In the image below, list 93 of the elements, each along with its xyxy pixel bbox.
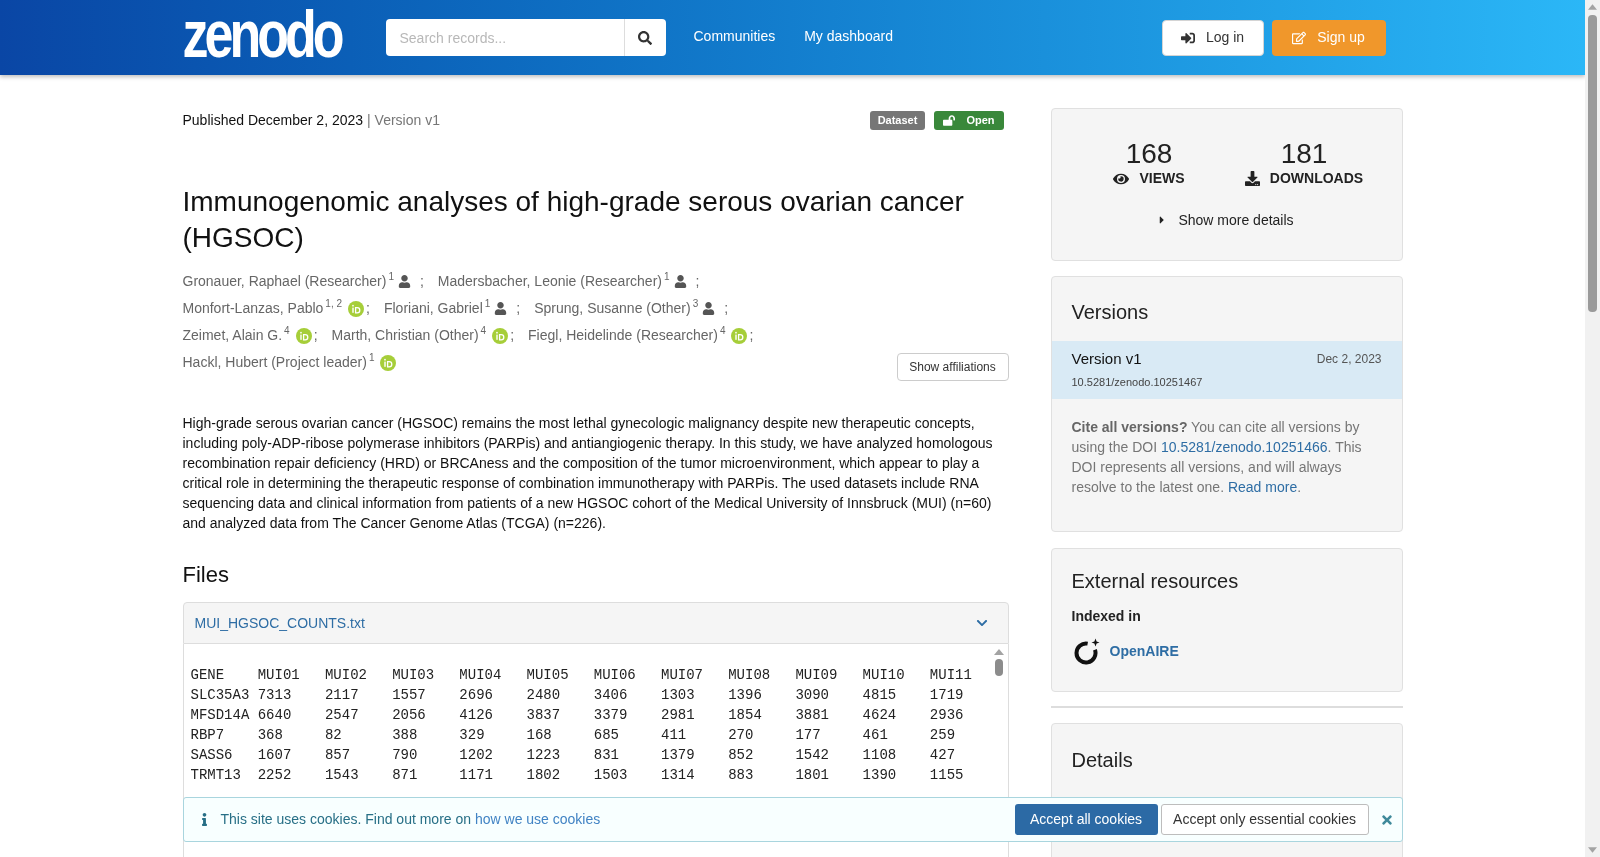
id-icon[interactable] <box>295 327 312 344</box>
semicolon: ; <box>516 299 521 318</box>
creator-name[interactable]: Monfort-Lanzas, Pablo <box>182 298 324 319</box>
show-affiliations-button[interactable]: Show affiliations <box>896 353 1009 381</box>
creator-name[interactable]: Madersbacher, Leonie (Researcher) <box>437 271 662 292</box>
creator-name[interactable]: Zeimet, Alain G. <box>182 325 283 346</box>
preview-line: RBP7 368 82 388 329 168 685 411 270 177 461 259 <box>190 726 956 745</box>
stat-value: 168 <box>1125 138 1173 170</box>
publication-date: Published December 2, 2023 <box>182 110 364 130</box>
card-heading: Details <box>1071 748 1133 772</box>
preview-line: SASS6 1607 857 790 1202 1223 831 1379 852 1542 1108 427 <box>190 746 956 765</box>
card-heading: External resources <box>1071 569 1239 593</box>
info-icon <box>201 813 207 826</box>
preview-line: TRMT13 2252 1543 871 1171 1802 1503 1314 883 1801 1390 1155 <box>190 766 964 785</box>
semicolon: ; <box>724 299 729 318</box>
version-item[interactable]: Version v1 Dec 2, 2023 10.5281/zenodo.10251467 <box>1051 341 1402 399</box>
preview-line: GENE MUI01 MUI02 MUI03 MUI04 MUI05 MUI06 MUI07 MUI08 MUI09 MUI10 MUI11 <box>190 666 972 685</box>
creator-name[interactable]: Sprung, Susanne (Other) <box>534 298 691 319</box>
version-date: Dec 2, 2023 <box>1316 351 1382 368</box>
close-icon[interactable] <box>1380 812 1393 827</box>
stat-value: 181 <box>1280 138 1328 170</box>
accept-essential-button[interactable]: Accept only essential cookies <box>1160 804 1369 835</box>
creator-name[interactable]: Floriani, Gabriel <box>383 298 483 319</box>
affiliation-number[interactable]: 4 <box>719 325 726 336</box>
version-label: | Version v1 <box>367 110 440 130</box>
semicolon: ; <box>419 272 424 291</box>
record-title: Immunogenomic analyses of high-grade serous ovarian cancer (HGSOC) <box>182 185 965 255</box>
affiliation-number[interactable]: 4 <box>480 325 487 336</box>
version-doi: 10.5281/zenodo.10251467 <box>1071 375 1203 389</box>
creator-name[interactable]: Hackl, Hubert (Project leader) <box>182 352 367 373</box>
cite-link[interactable]: Read more <box>1227 479 1298 495</box>
accept-all-button[interactable]: Accept all cookies <box>1014 804 1158 835</box>
preview-line: MFSD14A 6640 2547 2056 4126 3837 3379 2981 1854 3881 4624 2936 <box>190 706 964 725</box>
affiliation-number[interactable]: 1 <box>388 271 394 282</box>
abstract-text: High-grade serous ovarian cancer (HGSOC) remains the most lethal gynecologic malignancy despite new therapeutic concepts, including poly-ADP-ribose polymerase inhibitors (PARPis) and antiangiogenic therapy. In this study, we have analyzed homologous recombination repair deficiency (HRD) or BRCAness and the composition of the tumor microenvironment, which appear to play a critical role in determining the therapeutic response of combination immunotherapy with PARPis. The used datasets include RNA sequencing data and clinical information from patients of a new HGSOC cohort of the Medical University of Innsbruck (MUI) (n=60) and analyzed data from The Cancer Genome Atlas (TCGA) (n=226). <box>182 414 994 533</box>
ring-icon <box>1073 637 1100 665</box>
affiliation-number[interactable]: 1, 2 <box>325 298 343 309</box>
affiliation-number[interactable]: 3 <box>692 298 699 309</box>
sign-in-icon <box>1180 30 1195 45</box>
unlock-icon <box>943 114 956 126</box>
card-heading: Versions <box>1071 300 1149 324</box>
person-icon <box>397 275 411 288</box>
scrollbar[interactable] <box>1585 0 1600 857</box>
affiliation-number[interactable]: 1 <box>663 271 670 282</box>
affiliation-number[interactable]: 1 <box>368 352 375 363</box>
resource-type-tag: Dataset <box>869 110 926 130</box>
site-logo[interactable]: zenodo <box>182 7 341 60</box>
id-icon[interactable] <box>348 300 365 317</box>
login-button[interactable]: Log in <box>1161 19 1264 56</box>
semicolon: ; <box>749 326 754 345</box>
cite-text: Cite all versions? You can cite all versions by using the DOI 10.5281/zenodo.10251466. This DOI represents all versions, and will always resolve to the latest one. Read more. <box>1071 418 1363 497</box>
scrollbar-thumb[interactable] <box>994 659 1003 676</box>
id-icon[interactable] <box>492 327 509 344</box>
nav-link[interactable]: Communities <box>693 26 776 47</box>
cookie-message: This site uses cookies. Find out more on how we use cookies <box>220 810 601 829</box>
id-icon[interactable] <box>731 327 748 344</box>
scroll-down-arrow-icon[interactable] <box>1588 847 1597 853</box>
scroll-up-arrow-icon[interactable] <box>1588 4 1597 10</box>
scroll-up-arrow-icon[interactable] <box>993 649 1004 655</box>
stat-label: VIEWS <box>1139 170 1185 187</box>
person-icon <box>702 302 716 315</box>
resource-link[interactable]: OpenAIRE <box>1109 640 1179 662</box>
edit-icon <box>1292 30 1307 45</box>
chevron-down-icon[interactable] <box>975 617 988 629</box>
file-name-link[interactable]: MUI_HGSOC_COUNTS.txt <box>194 612 365 634</box>
affiliation-number[interactable]: 4 <box>284 325 290 336</box>
person-icon <box>673 275 687 288</box>
show-more-details-button[interactable]: Show more details <box>1159 210 1294 230</box>
version-title[interactable]: Version v1 <box>1071 350 1142 368</box>
semicolon: ; <box>366 299 370 318</box>
affiliation-number[interactable]: 1 <box>484 298 491 309</box>
nav-link[interactable]: My dashboard <box>804 26 893 47</box>
cookie-policy-link[interactable]: how we use cookies <box>474 811 601 827</box>
search-field[interactable]: Search records... <box>385 19 625 56</box>
semicolon: ; <box>313 326 318 345</box>
creator-name[interactable]: Marth, Christian (Other) <box>331 325 479 346</box>
creator-name[interactable]: Gronauer, Raphael (Researcher) <box>182 271 387 292</box>
search-icon <box>638 30 652 45</box>
preview-line: SLC35A3 7313 2117 1557 2696 2480 3406 1303 1396 3090 4815 1719 <box>190 686 964 705</box>
stat-label: DOWNLOADS <box>1269 170 1364 187</box>
cite-link[interactable]: 10.5281/zenodo.10251466 <box>1161 439 1328 455</box>
download-icon <box>1244 171 1260 186</box>
scrollbar-thumb[interactable] <box>1588 15 1597 312</box>
person-icon <box>494 302 508 315</box>
access-tag: Open <box>934 110 1004 130</box>
files-heading: Files <box>182 562 229 588</box>
semicolon: ; <box>510 326 515 345</box>
id-icon[interactable] <box>380 354 397 371</box>
creator-name[interactable]: Fiegl, Heidelinde (Researcher) <box>528 325 718 346</box>
semicolon: ; <box>695 272 700 291</box>
file-accordion-header[interactable]: MUI_HGSOC_COUNTS.txt <box>182 602 1009 644</box>
indexed-in-label: Indexed in <box>1071 607 1141 626</box>
search-button[interactable] <box>624 19 666 56</box>
